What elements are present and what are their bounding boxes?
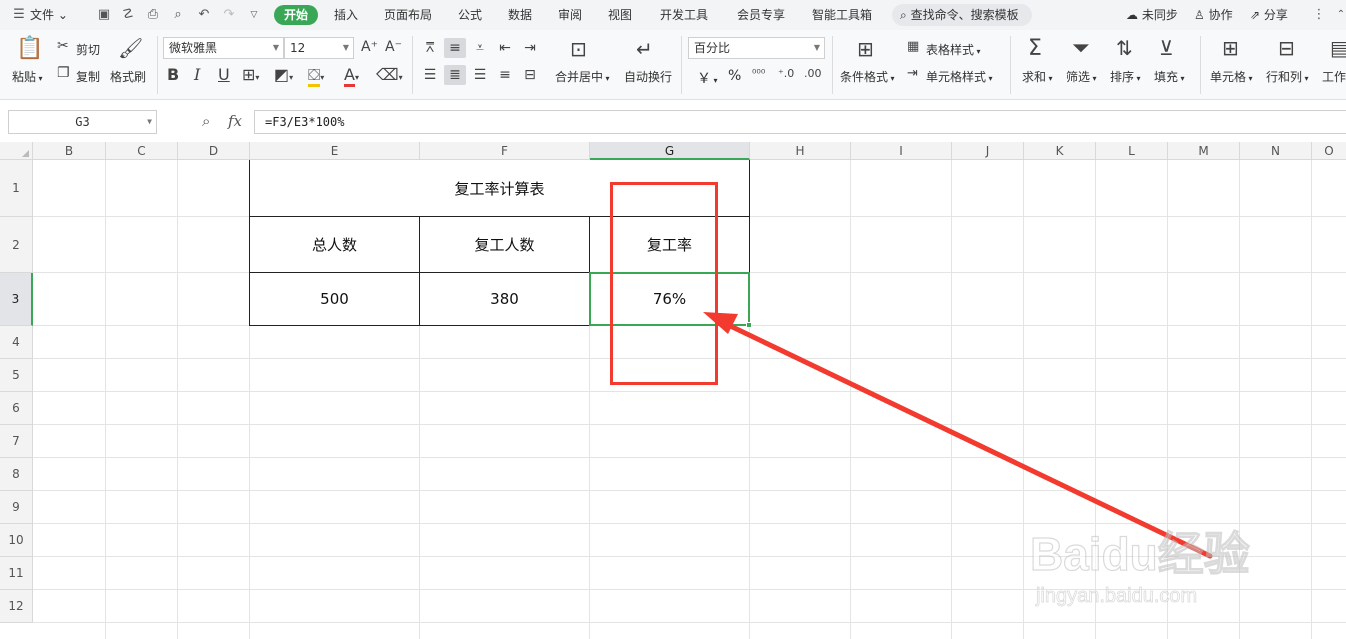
pointer-arrow-shaft [719,319,1213,559]
baidu-watermark: Baidu经验 jingyan.baidu.com [1029,527,1250,607]
highlight-rectangle [610,182,718,385]
pointer-arrow-head [703,312,738,334]
annotation-overlay: Baidu经验 jingyan.baidu.com [610,182,1250,607]
watermark-url: jingyan.baidu.com [1035,585,1197,607]
watermark-logo: Baidu经验 [1030,528,1250,580]
